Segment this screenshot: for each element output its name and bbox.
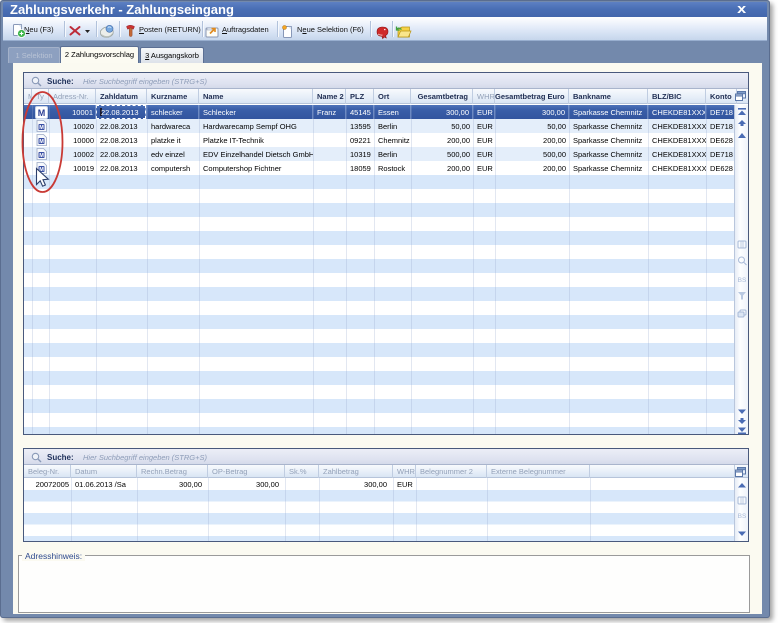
svg-text:M: M [39,153,44,159]
svg-text:M: M [39,125,44,131]
svg-text:M: M [38,108,46,118]
svg-text:M: M [39,167,44,173]
svg-text:M: M [39,139,44,145]
svg-text:BS: BS [738,277,747,284]
svg-text:BS: BS [738,513,747,520]
